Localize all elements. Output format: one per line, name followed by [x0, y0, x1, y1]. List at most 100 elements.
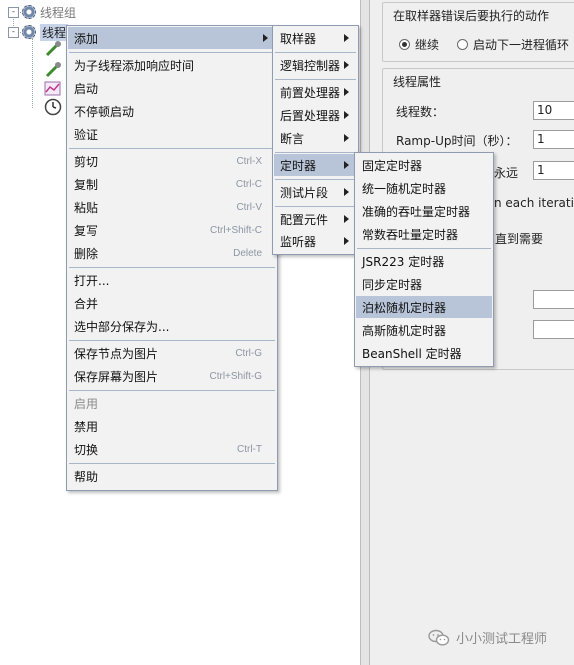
- tree-node-thread-group[interactable]: - 线程组: [8, 3, 76, 21]
- collapse-toggle-icon[interactable]: -: [8, 6, 19, 18]
- menu-item-synchronizing-timer[interactable]: 同步定时器: [356, 273, 492, 295]
- menu-item-duplicate[interactable]: 复写 Ctrl+Shift-C: [68, 219, 276, 241]
- submenu-arrow-icon: [344, 134, 349, 142]
- menu-item-test-fragment[interactable]: 测试片段: [274, 181, 357, 203]
- threads-label: 线程数：: [396, 105, 445, 119]
- duration-input[interactable]: [533, 290, 574, 309]
- menu-separator: [275, 206, 356, 207]
- menu-item-gaussian-random-timer[interactable]: 高斯随机定时器: [356, 319, 492, 341]
- listener-chart-icon: [44, 81, 61, 96]
- menu-item-save-selection-as[interactable]: 选中部分保存为...: [68, 315, 276, 337]
- watermark-text: 小小测试工程师: [456, 632, 548, 647]
- radio-dot-icon: [457, 39, 468, 50]
- menu-item-merge[interactable]: 合并: [68, 292, 276, 314]
- submenu-arrow-icon: [344, 161, 349, 169]
- menu-item-validate[interactable]: 验证: [68, 123, 276, 145]
- tree-node-label: 线程: [40, 23, 69, 41]
- menu-item-help[interactable]: 帮助: [68, 465, 276, 487]
- menu-item-paste[interactable]: 粘贴 Ctrl-V: [68, 196, 276, 218]
- timer-submenu: 固定定时器 统一随机定时器 准确的吞吐量定时器 常数吞吐量定时器 JSR223 …: [354, 152, 494, 367]
- menu-item-jsr223-timer[interactable]: JSR223 定时器: [356, 250, 492, 272]
- startup-delay-input[interactable]: [533, 320, 574, 339]
- radio-start-next-loop[interactable]: 启动下一进程循环: [457, 36, 569, 53]
- menu-separator: [69, 148, 275, 149]
- menu-separator: [69, 390, 275, 391]
- sampler-error-action-group: 在取样器错误后要执行的动作 继续 启动下一进程循环: [382, 2, 574, 62]
- tree-node-sampler[interactable]: [44, 40, 62, 58]
- add-submenu: 取样器 逻辑控制器 前置处理器 后置处理器 断言 定时器 测试片段 配置元件 监…: [272, 25, 359, 255]
- sampler-pipette-icon: [45, 62, 61, 78]
- menu-item-start-no-pause[interactable]: 不停顿启动: [68, 100, 276, 122]
- menu-separator: [69, 267, 275, 268]
- submenu-arrow-icon: [344, 88, 349, 96]
- menu-item-constant-throughput-timer[interactable]: 常数吞吐量定时器: [356, 223, 492, 245]
- menu-separator: [69, 463, 275, 464]
- tree-node-selected[interactable]: - 线程: [8, 23, 69, 41]
- radio-label: 启动下一进程循环: [473, 38, 570, 52]
- menu-item-constant-timer[interactable]: 固定定时器: [356, 154, 492, 176]
- submenu-arrow-icon: [344, 111, 349, 119]
- menu-item-beanshell-timer[interactable]: BeanShell 定时器: [356, 342, 492, 364]
- same-user-each-iteration-label: n each iteration: [494, 196, 574, 210]
- menu-item-pre-processor[interactable]: 前置处理器: [274, 81, 357, 103]
- tree-node-listener[interactable]: [44, 80, 62, 98]
- submenu-arrow-icon: [344, 215, 349, 223]
- menu-item-delete[interactable]: 删除 Delete: [68, 242, 276, 264]
- group-title: 线程属性: [391, 73, 444, 90]
- submenu-arrow-icon: [344, 237, 349, 245]
- menu-item-disable[interactable]: 禁用: [68, 415, 276, 437]
- rampup-label: Ramp-Up时间（秒）：: [396, 134, 518, 148]
- menu-separator: [69, 52, 275, 53]
- collapse-toggle-icon[interactable]: -: [8, 26, 19, 38]
- menu-item-copy[interactable]: 复制 Ctrl-C: [68, 173, 276, 195]
- wechat-icon: [428, 629, 450, 646]
- menu-item-timer[interactable]: 定时器: [274, 154, 357, 176]
- sampler-pipette-icon: [45, 41, 61, 57]
- threads-input[interactable]: 10: [533, 101, 574, 120]
- menu-item-add[interactable]: 添加: [68, 27, 276, 49]
- gear-icon: [22, 25, 36, 39]
- watermark: 小小测试工程师: [428, 628, 547, 647]
- menu-item-poisson-random-timer[interactable]: 泊松随机定时器: [356, 296, 492, 318]
- menu-separator: [275, 152, 356, 153]
- forever-label: 永远: [494, 166, 519, 180]
- menu-separator: [275, 79, 356, 80]
- context-menu: 添加 为子线程添加响应时间 启动 不停顿启动 验证 剪切 Ctrl-X 复制 Ctr…: [66, 25, 278, 491]
- radio-continue[interactable]: 继续: [399, 36, 439, 53]
- menu-item-logic-controller[interactable]: 逻辑控制器: [274, 54, 357, 76]
- tree-node-label: 线程组: [40, 5, 77, 20]
- menu-item-precise-throughput-timer[interactable]: 准确的吞吐量定时器: [356, 200, 492, 222]
- menu-item-post-processor[interactable]: 后置处理器: [274, 104, 357, 126]
- tree-node-sampler[interactable]: [44, 61, 62, 79]
- menu-separator: [275, 52, 356, 53]
- tree-connector: [32, 38, 33, 108]
- menu-item-config-element[interactable]: 配置元件: [274, 208, 357, 230]
- menu-item-assertion[interactable]: 断言: [274, 127, 357, 149]
- group-title: 在取样器错误后要执行的动作: [391, 7, 552, 24]
- menu-item-cut[interactable]: 剪切 Ctrl-X: [68, 150, 276, 172]
- tree-node-timer[interactable]: [44, 98, 62, 116]
- timer-clock-icon: [44, 98, 62, 116]
- rampup-input[interactable]: 1: [533, 130, 574, 149]
- delay-until-needed-label: 直到需要: [495, 232, 544, 246]
- menu-item-sampler[interactable]: 取样器: [274, 27, 357, 49]
- loop-count-input[interactable]: 1: [533, 161, 574, 180]
- menu-separator: [275, 179, 356, 180]
- menu-item-uniform-random-timer[interactable]: 统一随机定时器: [356, 177, 492, 199]
- menu-item-add-think-times[interactable]: 为子线程添加响应时间: [68, 54, 276, 76]
- submenu-arrow-icon: [263, 34, 268, 42]
- menu-separator: [357, 248, 491, 249]
- menu-item-listener[interactable]: 监听器: [274, 230, 357, 252]
- radio-label: 继续: [415, 38, 440, 52]
- menu-item-enable: 启用: [74, 396, 99, 411]
- gear-icon: [22, 5, 36, 19]
- submenu-arrow-icon: [344, 188, 349, 196]
- menu-item-save-screen-as-image[interactable]: 保存屏幕为图片 Ctrl+Shift-G: [68, 365, 276, 387]
- radio-dot-icon: [399, 39, 410, 50]
- menu-item-start[interactable]: 启动: [68, 77, 276, 99]
- menu-item-open[interactable]: 打开...: [68, 269, 276, 291]
- menu-item-toggle[interactable]: 切换 Ctrl-T: [68, 438, 276, 460]
- submenu-arrow-icon: [344, 34, 349, 42]
- menu-separator: [69, 340, 275, 341]
- menu-item-save-node-as-image[interactable]: 保存节点为图片 Ctrl-G: [68, 342, 276, 364]
